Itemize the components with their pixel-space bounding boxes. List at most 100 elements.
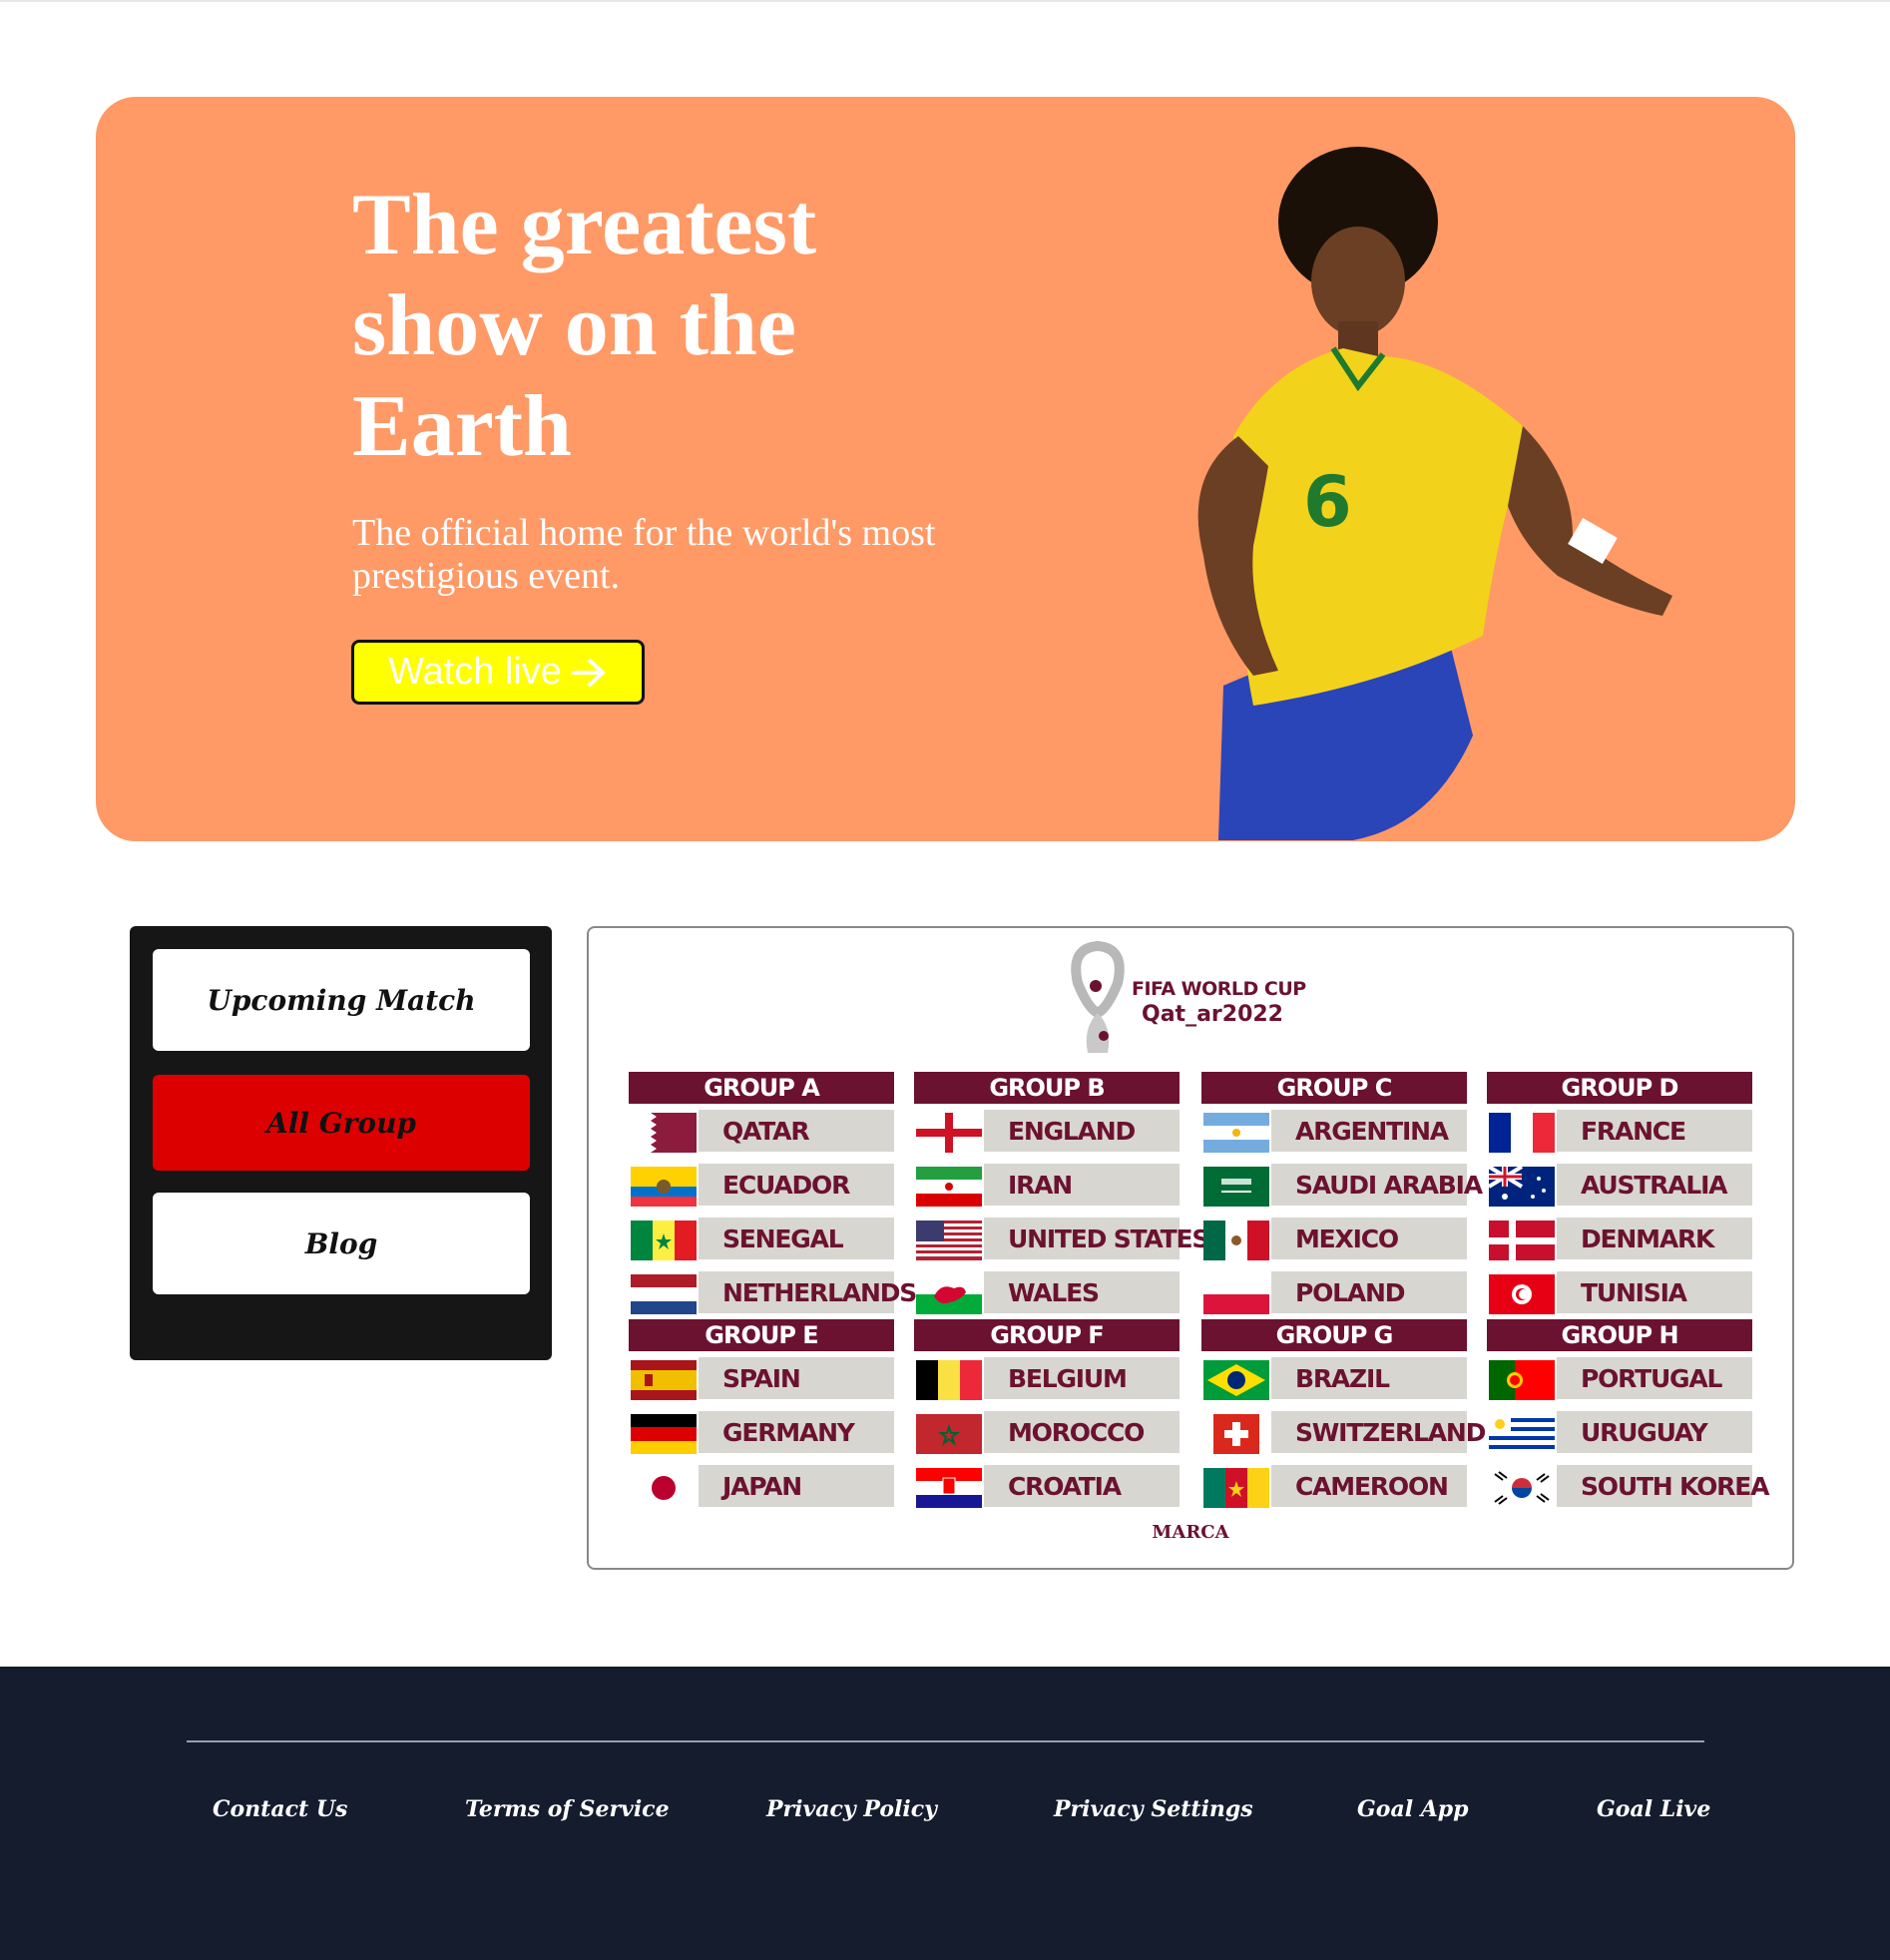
footer-link-contact-us[interactable]: Contact Us (213, 1796, 347, 1822)
team-name: POLAND (1271, 1271, 1467, 1313)
team-name: NETHERLANDS (699, 1271, 917, 1313)
sidebar-item-blog[interactable]: Blog (153, 1193, 530, 1294)
footer: Contact Us Terms of Service Privacy Poli… (0, 1667, 1890, 1960)
football-player-image: 6 (1197, 147, 1672, 840)
team-row: ECUADOR (629, 1158, 894, 1212)
group-header: GROUP E (629, 1319, 894, 1351)
team-name: ENGLAND (984, 1110, 1180, 1152)
world-cup-groups-panel: FIFA WORLD CUP Qat_ar2022 GROUP A QATAR … (587, 926, 1794, 1570)
group-c: GROUP C ARGENTINA SAUDI ARABIA MEXICO PO… (1201, 1072, 1483, 1319)
world-cup-emblem-icon (1071, 940, 1125, 1053)
team-row: WALES (914, 1265, 1180, 1319)
team-row: AUSTRALIA (1487, 1158, 1752, 1212)
sidebar-item-upcoming-match[interactable]: Upcoming Match (153, 949, 530, 1051)
team-name: MEXICO (1271, 1218, 1467, 1259)
sidebar-item-label: Blog (304, 1226, 378, 1260)
team-row: SAUDI ARABIA (1201, 1158, 1483, 1212)
south-korea-flag-icon (1489, 1468, 1555, 1508)
team-row: TUNISIA (1487, 1265, 1752, 1319)
footer-link-goal-app[interactable]: Goal App (1357, 1796, 1469, 1822)
group-header: GROUP C (1201, 1072, 1467, 1104)
footer-link-goal-live[interactable]: Goal Live (1597, 1796, 1710, 1822)
team-name: AUSTRALIA (1557, 1164, 1752, 1206)
hero-banner: The greatest show on the Earth The offic… (96, 97, 1795, 841)
group-header: GROUP F (914, 1319, 1180, 1351)
morocco-flag-icon (916, 1414, 982, 1454)
team-row: BRAZIL (1201, 1351, 1467, 1405)
cameroon-flag-icon (1203, 1468, 1269, 1508)
watch-live-button[interactable]: Watch live (351, 640, 645, 705)
switzerland-flag-icon (1203, 1414, 1269, 1454)
mexico-flag-icon (1203, 1221, 1269, 1260)
team-row: IRAN (914, 1158, 1180, 1212)
team-name: FRANCE (1557, 1110, 1752, 1152)
team-name: QATAR (699, 1110, 894, 1152)
sidebar-item-all-group[interactable]: All Group (153, 1075, 530, 1171)
poland-flag-icon (1203, 1274, 1269, 1314)
germany-flag-icon (631, 1414, 697, 1454)
belgium-flag-icon (916, 1360, 982, 1400)
team-name: TUNISIA (1557, 1271, 1752, 1313)
team-row: MOROCCO (914, 1405, 1180, 1459)
team-name: ARGENTINA (1271, 1110, 1467, 1152)
group-h: GROUP H PORTUGAL URUGUAY SOUTH KOREA (1487, 1319, 1769, 1513)
team-name: MOROCCO (984, 1411, 1180, 1453)
team-row: ENGLAND (914, 1104, 1180, 1158)
team-name: SPAIN (699, 1357, 894, 1399)
sidebar-item-label: Upcoming Match (207, 983, 476, 1017)
group-d: GROUP D FRANCE AUSTRALIA DENMARK TUNISIA (1487, 1072, 1752, 1319)
svg-text:6: 6 (1303, 461, 1352, 543)
team-row: POLAND (1201, 1265, 1467, 1319)
croatia-flag-icon (916, 1468, 982, 1508)
team-row: SWITZERLAND (1201, 1405, 1486, 1459)
team-row: UNITED STATES (914, 1212, 1209, 1265)
senegal-flag-icon (631, 1221, 697, 1260)
team-name: ECUADOR (699, 1164, 894, 1206)
united-states-flag-icon (916, 1221, 982, 1260)
hero-subtitle: The official home for the world's most p… (352, 512, 936, 597)
arrow-right-icon (571, 658, 605, 687)
team-name: PORTUGAL (1557, 1357, 1752, 1399)
sidebar-item-label: All Group (265, 1106, 417, 1140)
saudi-arabia-flag-icon (1203, 1167, 1269, 1207)
team-name: WALES (984, 1271, 1180, 1313)
footer-link-privacy-policy[interactable]: Privacy Policy (766, 1796, 937, 1822)
group-header: GROUP A (629, 1072, 894, 1104)
team-name: SAUDI ARABIA (1271, 1164, 1483, 1206)
team-row: QATAR (629, 1104, 894, 1158)
team-name: UNITED STATES (984, 1218, 1209, 1259)
group-header: GROUP D (1487, 1072, 1752, 1104)
team-row: DENMARK (1487, 1212, 1752, 1265)
team-row: SENEGAL (629, 1212, 894, 1265)
tunisia-flag-icon (1489, 1274, 1555, 1314)
team-row: SPAIN (629, 1351, 894, 1405)
team-name: CROATIA (984, 1465, 1180, 1507)
footer-link-terms-of-service[interactable]: Terms of Service (465, 1796, 670, 1822)
france-flag-icon (1489, 1113, 1555, 1153)
team-name: SENEGAL (699, 1218, 894, 1259)
group-b: GROUP B ENGLAND IRAN UNITED STATES WALES (914, 1072, 1209, 1319)
team-name: JAPAN (699, 1465, 894, 1507)
team-name: BRAZIL (1271, 1357, 1467, 1399)
team-row: MEXICO (1201, 1212, 1467, 1265)
team-name: SWITZERLAND (1271, 1411, 1486, 1453)
team-row: CAMEROON (1201, 1459, 1467, 1513)
team-row: SOUTH KOREA (1487, 1459, 1769, 1513)
argentina-flag-icon (1203, 1113, 1269, 1153)
denmark-flag-icon (1489, 1221, 1555, 1260)
team-name: BELGIUM (984, 1357, 1180, 1399)
team-row: BELGIUM (914, 1351, 1180, 1405)
qatar-flag-icon (631, 1113, 697, 1153)
team-row: PORTUGAL (1487, 1351, 1752, 1405)
group-header: GROUP B (914, 1072, 1180, 1104)
wales-flag-icon (916, 1274, 982, 1314)
group-header: GROUP H (1487, 1319, 1752, 1351)
world-cup-logo: FIFA WORLD CUP Qat_ar2022 (1068, 938, 1327, 1063)
team-name: GERMANY (699, 1411, 894, 1453)
watch-live-label: Watch live (388, 651, 562, 693)
footer-link-privacy-settings[interactable]: Privacy Settings (1054, 1796, 1253, 1822)
spain-flag-icon (631, 1360, 697, 1400)
team-name: SOUTH KOREA (1557, 1465, 1769, 1507)
uruguay-flag-icon (1489, 1414, 1555, 1454)
australia-flag-icon (1489, 1167, 1555, 1207)
